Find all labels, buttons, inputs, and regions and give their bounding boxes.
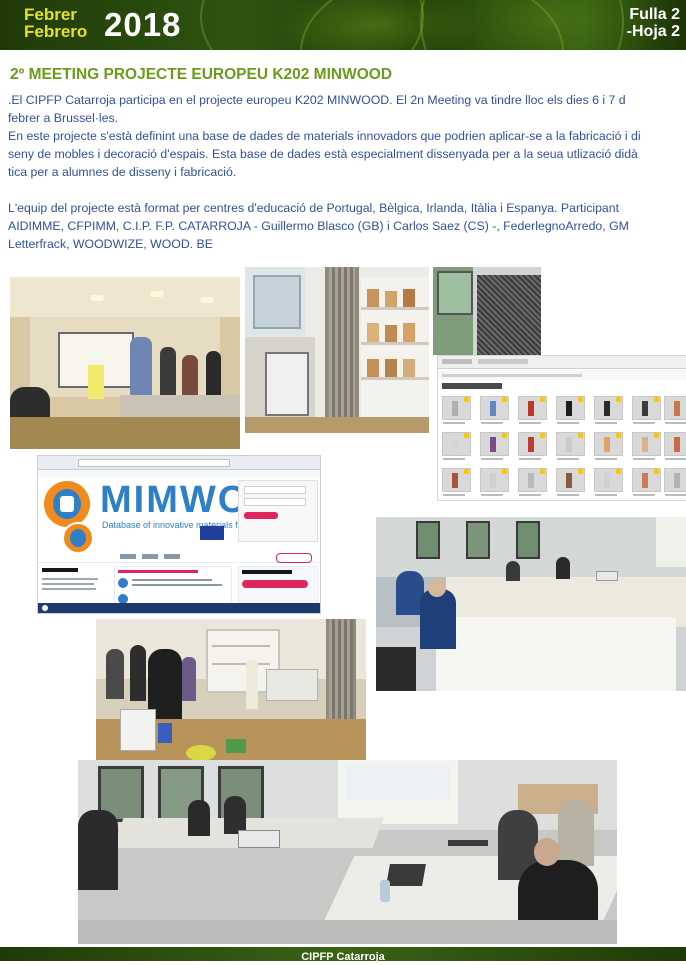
sheet-spanish: -Hoja 2 (626, 23, 680, 40)
body-line: febrer a Brussel·les. (8, 111, 119, 125)
decorative-arc (420, 0, 624, 50)
material-tile[interactable] (594, 468, 623, 496)
material-tile[interactable] (664, 468, 686, 496)
material-tile[interactable] (556, 468, 585, 496)
mimwood-wordmark: MIMWO (100, 479, 250, 521)
register-button[interactable] (242, 580, 308, 588)
month-label: Febrer Febrero (24, 6, 87, 40)
month-catalan: Febrer (24, 5, 77, 24)
login-button[interactable] (244, 512, 278, 519)
material-tile[interactable] (664, 396, 686, 424)
body-line: AIDIMME, CFPIMM, C.I.P. F.P. CATARROJA -… (8, 219, 629, 233)
photo-workshop-room (96, 619, 366, 770)
material-tile[interactable] (442, 468, 471, 496)
material-tile[interactable] (480, 468, 509, 496)
photo-materials-shelves (245, 267, 429, 433)
material-tile[interactable] (664, 432, 686, 460)
body-line: tica per a alumnes de disseny i fabricac… (8, 165, 237, 179)
article-body: .El CIPFP Catarroja participa en el proj… (8, 91, 686, 253)
month-spanish: Febrero (24, 22, 88, 41)
year-label: 2018 (104, 6, 182, 43)
newsletter-footer: CIPFP Catarroja (0, 947, 686, 963)
material-tile[interactable] (594, 396, 623, 424)
material-tile[interactable] (480, 396, 509, 424)
body-line: En este projecte s'està definint una bas… (8, 129, 641, 143)
article-title: 2º MEETING PROJECTE EUROPEU K202 MINWOOD (10, 66, 393, 83)
material-tile[interactable] (556, 396, 585, 424)
sheet-number: Fulla 2 -Hoja 2 (627, 6, 680, 40)
body-line: .El CIPFP Catarroja participa en el proj… (8, 93, 626, 107)
body-line: seny de mobles i decoració d'espais. Est… (8, 147, 638, 161)
material-tile[interactable] (480, 432, 509, 460)
screenshot-materials-catalogue (437, 355, 686, 501)
material-tile[interactable] (442, 396, 471, 424)
material-tile[interactable] (594, 432, 623, 460)
mimwood-logo-icon (44, 481, 90, 527)
photo-meeting-room-presentation (10, 277, 240, 449)
material-tile[interactable] (556, 432, 585, 460)
profile-avatar-icon (62, 522, 94, 554)
body-line: Letterfrack, WOODWIZE, WOOD. BE (8, 237, 213, 251)
body-line: L'equip del projecte està format per cen… (8, 201, 620, 215)
photo-meeting-table-right (376, 517, 686, 691)
material-tile[interactable] (518, 468, 547, 496)
material-tile[interactable] (632, 468, 661, 496)
photo-window-panel (433, 267, 541, 355)
school-name: CIPFP Catarroja (301, 951, 385, 963)
newsletter-header: Febrer Febrero 2018 Fulla 2 -Hoja 2 (0, 0, 686, 50)
material-tile[interactable] (442, 432, 471, 460)
material-tile[interactable] (518, 432, 547, 460)
material-tile[interactable] (518, 396, 547, 424)
material-tile[interactable] (632, 396, 661, 424)
screenshot-mimwood-twitter: MIMWO Database of innovative materials f… (37, 455, 321, 614)
material-tile[interactable] (632, 432, 661, 460)
sheet-catalan: Fulla 2 (629, 6, 680, 23)
follow-button[interactable] (276, 553, 312, 563)
photo-large-meeting-room (78, 760, 617, 944)
